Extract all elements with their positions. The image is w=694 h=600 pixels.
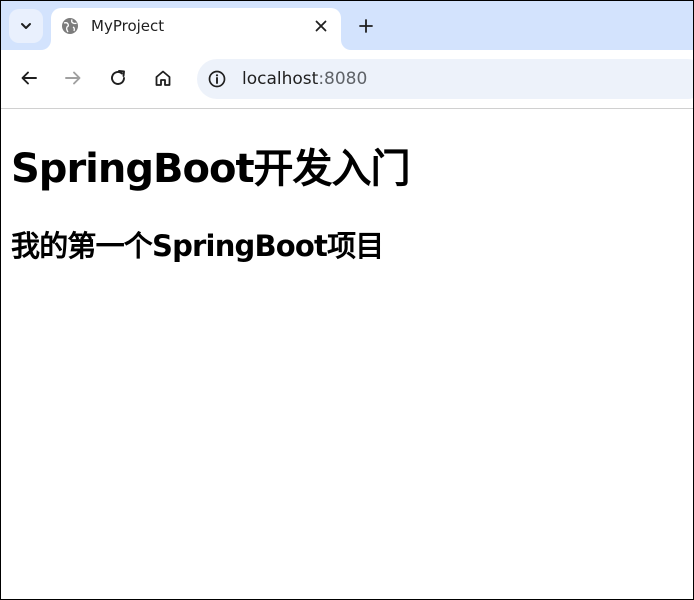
- tab-strip: MyProject: [1, 1, 693, 50]
- forward-button[interactable]: [61, 66, 85, 90]
- tab-title: MyProject: [91, 17, 165, 35]
- reload-button[interactable]: [106, 66, 130, 90]
- tab-search-button[interactable]: [9, 9, 43, 43]
- home-button[interactable]: [151, 66, 175, 90]
- reload-icon: [111, 70, 125, 85]
- globe-icon: [62, 18, 78, 34]
- new-tab-button[interactable]: [353, 13, 379, 39]
- address-bar[interactable]: localhost:8080: [197, 59, 693, 99]
- tab-active[interactable]: MyProject: [51, 8, 341, 50]
- page-heading: SpringBoot开发入门: [11, 146, 411, 192]
- back-button[interactable]: [17, 66, 41, 90]
- chevron-down-icon: [21, 23, 31, 29]
- url-host: localhost: [242, 69, 319, 89]
- close-icon: [315, 20, 327, 32]
- info-icon[interactable]: [207, 69, 227, 89]
- arrow-left-icon: [21, 71, 37, 85]
- plus-icon: [359, 19, 373, 33]
- browser-toolbar: localhost:8080: [1, 50, 693, 109]
- url-text[interactable]: localhost:8080: [242, 69, 367, 89]
- home-icon: [155, 70, 171, 86]
- page-subheading: 我的第一个SpringBoot项目: [11, 229, 384, 263]
- tab-close-button[interactable]: [311, 16, 331, 36]
- browser-window: MyProject localhost:8080 SpringBoot开发入门 …: [0, 0, 694, 600]
- url-port: :8080: [318, 69, 368, 89]
- page-content: SpringBoot开发入门 我的第一个SpringBoot项目: [1, 109, 693, 599]
- arrow-right-icon: [65, 71, 81, 85]
